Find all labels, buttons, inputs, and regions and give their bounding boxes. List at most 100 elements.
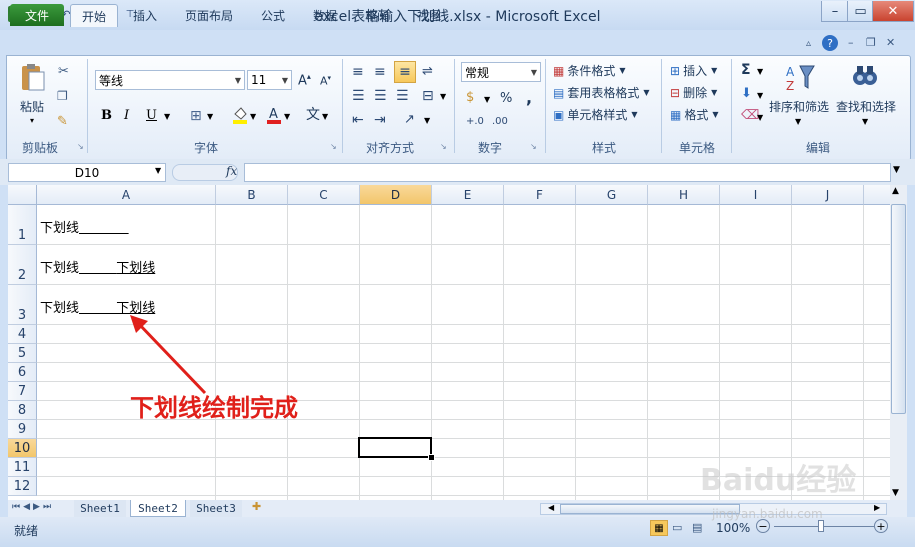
increase-indent-icon[interactable]: ⇥ xyxy=(374,112,386,128)
orientation-icon[interactable]: ↗ xyxy=(404,112,415,127)
zoom-level[interactable]: 100% xyxy=(716,521,750,535)
autosum-button[interactable]: Σ xyxy=(741,62,751,78)
workbook-minimize-icon[interactable]: – xyxy=(848,36,854,49)
phonetic-icon[interactable]: 文 xyxy=(306,104,320,124)
normal-view-icon[interactable]: ▦ xyxy=(650,520,668,536)
align-top-icon[interactable]: ≡ xyxy=(352,64,364,80)
align-middle-icon[interactable]: ≡ xyxy=(374,64,386,80)
zoom-slider-track[interactable] xyxy=(774,526,874,527)
row-header-9[interactable]: 9 xyxy=(8,420,37,439)
column-header-f[interactable]: F xyxy=(504,185,576,205)
grow-font-icon[interactable]: A▴ xyxy=(298,72,311,88)
clear-dropdown-icon[interactable]: ▼ xyxy=(757,113,763,122)
font-color-dropdown-icon[interactable]: ▼ xyxy=(284,112,290,121)
maximize-button[interactable]: ▭ xyxy=(847,1,874,22)
sort-dropdown-icon[interactable]: ▼ xyxy=(795,117,801,126)
column-header-e[interactable]: E xyxy=(432,185,504,205)
increase-decimal-icon[interactable]: +.0 xyxy=(466,116,484,127)
page-break-view-icon[interactable]: ▤ xyxy=(692,521,702,534)
minimize-button[interactable]: – xyxy=(821,1,849,22)
underline-button[interactable]: U xyxy=(146,108,157,123)
accounting-format-icon[interactable]: $ xyxy=(466,90,474,105)
select-all-corner[interactable] xyxy=(8,185,37,205)
alignment-launcher-icon[interactable]: ↘ xyxy=(440,142,447,151)
number-launcher-icon[interactable]: ↘ xyxy=(530,142,537,151)
clipboard-launcher-icon[interactable]: ↘ xyxy=(77,142,84,151)
shrink-font-icon[interactable]: A▾ xyxy=(320,74,331,88)
collapse-ribbon-icon[interactable]: ▵ xyxy=(806,38,811,49)
fill-dropdown-icon[interactable]: ▼ xyxy=(250,112,256,121)
paste-button[interactable]: 粘贴 xyxy=(20,98,44,115)
tab-file[interactable]: 文件 xyxy=(10,4,64,26)
name-box-dropdown-icon[interactable]: ▼ xyxy=(155,166,161,175)
cell-a1[interactable]: 下划线 xyxy=(40,217,129,236)
workbook-close-icon[interactable]: ✕ xyxy=(886,36,895,49)
tab-page-layout[interactable]: 页面布局 xyxy=(176,4,242,26)
percent-button[interactable]: % xyxy=(500,91,512,106)
row-header-3[interactable]: 3 xyxy=(8,285,37,325)
wrap-text-icon[interactable]: ⇌ xyxy=(422,64,433,79)
page-layout-view-icon[interactable]: ▭ xyxy=(672,521,682,534)
find-select-icon[interactable] xyxy=(850,62,880,95)
name-box[interactable]: D10 xyxy=(8,163,166,182)
borders-dropdown-icon[interactable]: ▼ xyxy=(207,112,213,121)
zoom-out-icon[interactable]: − xyxy=(756,519,770,533)
insert-function-button[interactable]: fx xyxy=(226,164,237,178)
tab-formulas[interactable]: 公式 xyxy=(252,4,294,26)
column-header-c[interactable]: C xyxy=(288,185,360,205)
close-button[interactable]: ✕ xyxy=(872,1,914,22)
insert-cells-button[interactable]: ⊞ 插入 ▼ xyxy=(670,62,717,79)
number-format-combo[interactable]: 常规 ▼ xyxy=(461,62,541,82)
row-header-1[interactable]: 1 xyxy=(8,205,37,245)
decrease-indent-icon[interactable]: ⇤ xyxy=(352,112,364,128)
format-painter-icon[interactable]: ✎ xyxy=(57,114,68,129)
expand-formula-icon[interactable]: ▼ xyxy=(893,165,900,175)
font-color-icon[interactable]: A xyxy=(266,106,282,127)
cut-icon[interactable]: ✂ xyxy=(58,64,69,79)
selected-cell-d10[interactable] xyxy=(358,437,432,458)
underline-dropdown-icon[interactable]: ▼ xyxy=(164,112,170,121)
format-as-table-button[interactable]: ▤ 套用表格格式 ▼ xyxy=(553,84,650,101)
format-cells-button[interactable]: ▦ 格式 ▼ xyxy=(670,106,719,123)
find-dropdown-icon[interactable]: ▼ xyxy=(862,117,868,126)
tab-data[interactable]: 数据 xyxy=(304,4,346,26)
decrease-decimal-icon[interactable]: .00 xyxy=(492,116,508,127)
fill-handle[interactable] xyxy=(428,454,435,461)
sheet-tab-sheet3[interactable]: Sheet3 xyxy=(190,500,242,517)
orientation-dropdown-icon[interactable]: ▼ xyxy=(424,116,430,125)
help-icon[interactable]: ? xyxy=(822,35,838,51)
tab-view[interactable]: 视图 xyxy=(408,4,450,26)
tab-review[interactable]: 审阅 xyxy=(356,4,398,26)
bold-button[interactable]: B xyxy=(101,108,112,123)
italic-button[interactable]: I xyxy=(124,108,129,123)
zoom-slider-thumb[interactable] xyxy=(818,520,824,532)
font-size-combo[interactable]: 11 ▼ xyxy=(247,70,292,90)
row-header-2[interactable]: 2 xyxy=(8,245,37,285)
align-bottom-icon[interactable]: ≡ xyxy=(394,61,416,83)
row-header-5[interactable]: 5 xyxy=(8,344,37,363)
column-header-j[interactable]: J xyxy=(792,185,864,205)
row-header-11[interactable]: 11 xyxy=(8,458,37,477)
tab-home[interactable]: 开始 xyxy=(70,4,118,27)
font-launcher-icon[interactable]: ↘ xyxy=(330,142,337,151)
cell-a2[interactable]: 下划线 下划线 xyxy=(40,257,155,276)
column-header-b[interactable]: B xyxy=(216,185,288,205)
phonetic-dropdown-icon[interactable]: ▼ xyxy=(322,112,328,121)
scroll-right-icon[interactable]: ▶ xyxy=(874,503,880,512)
fill-color-icon[interactable] xyxy=(232,106,248,127)
sort-filter-button[interactable]: 排序和筛选 xyxy=(769,98,829,115)
align-right-icon[interactable]: ☰ xyxy=(396,88,409,104)
merge-center-icon[interactable]: ⊟ xyxy=(422,88,434,104)
sheet-nav-icons[interactable]: ⏮◀▶⏭ xyxy=(12,502,54,512)
autosum-dropdown-icon[interactable]: ▼ xyxy=(757,67,763,76)
column-header-k[interactable] xyxy=(864,185,890,205)
column-header-a[interactable]: A xyxy=(37,185,216,205)
formula-input[interactable] xyxy=(244,163,891,182)
row-header-10[interactable]: 10 xyxy=(8,439,37,458)
find-select-button[interactable]: 查找和选择 xyxy=(836,98,896,115)
conditional-format-button[interactable]: ▦ 条件格式 ▼ xyxy=(553,62,626,79)
row-header-6[interactable]: 6 xyxy=(8,363,37,382)
comma-button[interactable]: , xyxy=(526,88,532,107)
sort-filter-icon[interactable]: AZ xyxy=(786,62,816,95)
tab-insert[interactable]: 插入 xyxy=(124,4,166,26)
